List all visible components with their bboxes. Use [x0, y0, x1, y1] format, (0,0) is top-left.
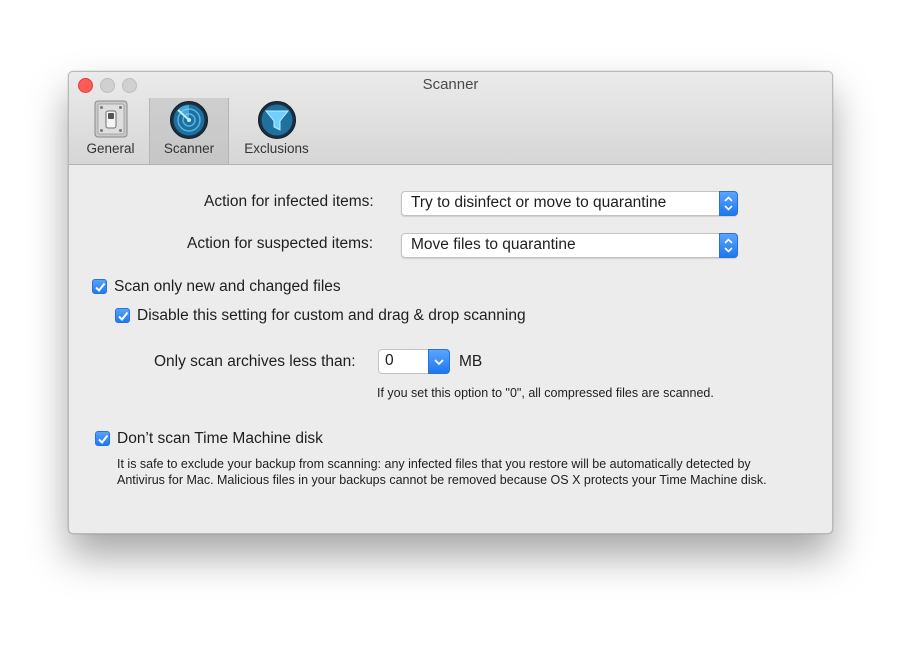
infected-action-value: Try to disinfect or move to quarantine — [411, 194, 667, 211]
preferences-window: Scanner General Scanner Exclusions Actio… — [68, 71, 833, 534]
archives-hint: If you set this option to "0", all compr… — [377, 386, 714, 400]
toolbar: Scanner General Scanner Exclusions — [69, 72, 832, 165]
infected-action-label: Action for infected items: — [204, 193, 374, 210]
checkmark-icon — [118, 311, 129, 322]
scan-new-label[interactable]: Scan only new and changed files — [114, 278, 341, 296]
tab-scanner[interactable]: Scanner — [149, 98, 229, 164]
chevron-down-icon[interactable] — [428, 349, 450, 374]
time-machine-label[interactable]: Don’t scan Time Machine disk — [117, 430, 323, 448]
tab-scanner-label: Scanner — [163, 141, 215, 156]
suspected-action-label: Action for suspected items: — [187, 235, 374, 252]
funnel-icon — [257, 101, 296, 139]
time-machine-checkbox[interactable] — [95, 431, 110, 446]
radar-icon — [170, 101, 208, 139]
infected-action-popup[interactable]: Try to disinfect or move to quarantine — [401, 191, 738, 216]
archives-size-value[interactable]: 0 — [385, 352, 394, 370]
checkmark-icon — [95, 282, 106, 293]
time-machine-note-line1: It is safe to exclude your backup from s… — [117, 457, 751, 471]
disable-custom-label[interactable]: Disable this setting for custom and drag… — [137, 307, 526, 325]
popup-arrows-icon — [719, 191, 738, 216]
window-title: Scanner — [422, 76, 479, 93]
tab-general-label: General — [86, 141, 135, 156]
suspected-action-popup[interactable]: Move files to quarantine — [401, 233, 738, 258]
tab-exclusions-label: Exclusions — [244, 141, 309, 156]
archives-label: Only scan archives less than: — [154, 353, 356, 370]
archives-size-combo[interactable]: 0 — [378, 349, 450, 374]
time-machine-note-line2: Antivirus for Mac. Malicious files in yo… — [117, 473, 767, 487]
tab-general[interactable]: General — [72, 98, 149, 164]
suspected-action-value: Move files to quarantine — [411, 236, 576, 253]
archives-unit: MB — [459, 353, 483, 370]
switch-icon — [94, 100, 127, 138]
tab-exclusions[interactable]: Exclusions — [234, 98, 319, 164]
disable-custom-checkbox[interactable] — [115, 308, 130, 323]
popup-arrows-icon — [719, 233, 738, 258]
scan-new-checkbox[interactable] — [92, 279, 107, 294]
checkmark-icon — [98, 434, 109, 445]
